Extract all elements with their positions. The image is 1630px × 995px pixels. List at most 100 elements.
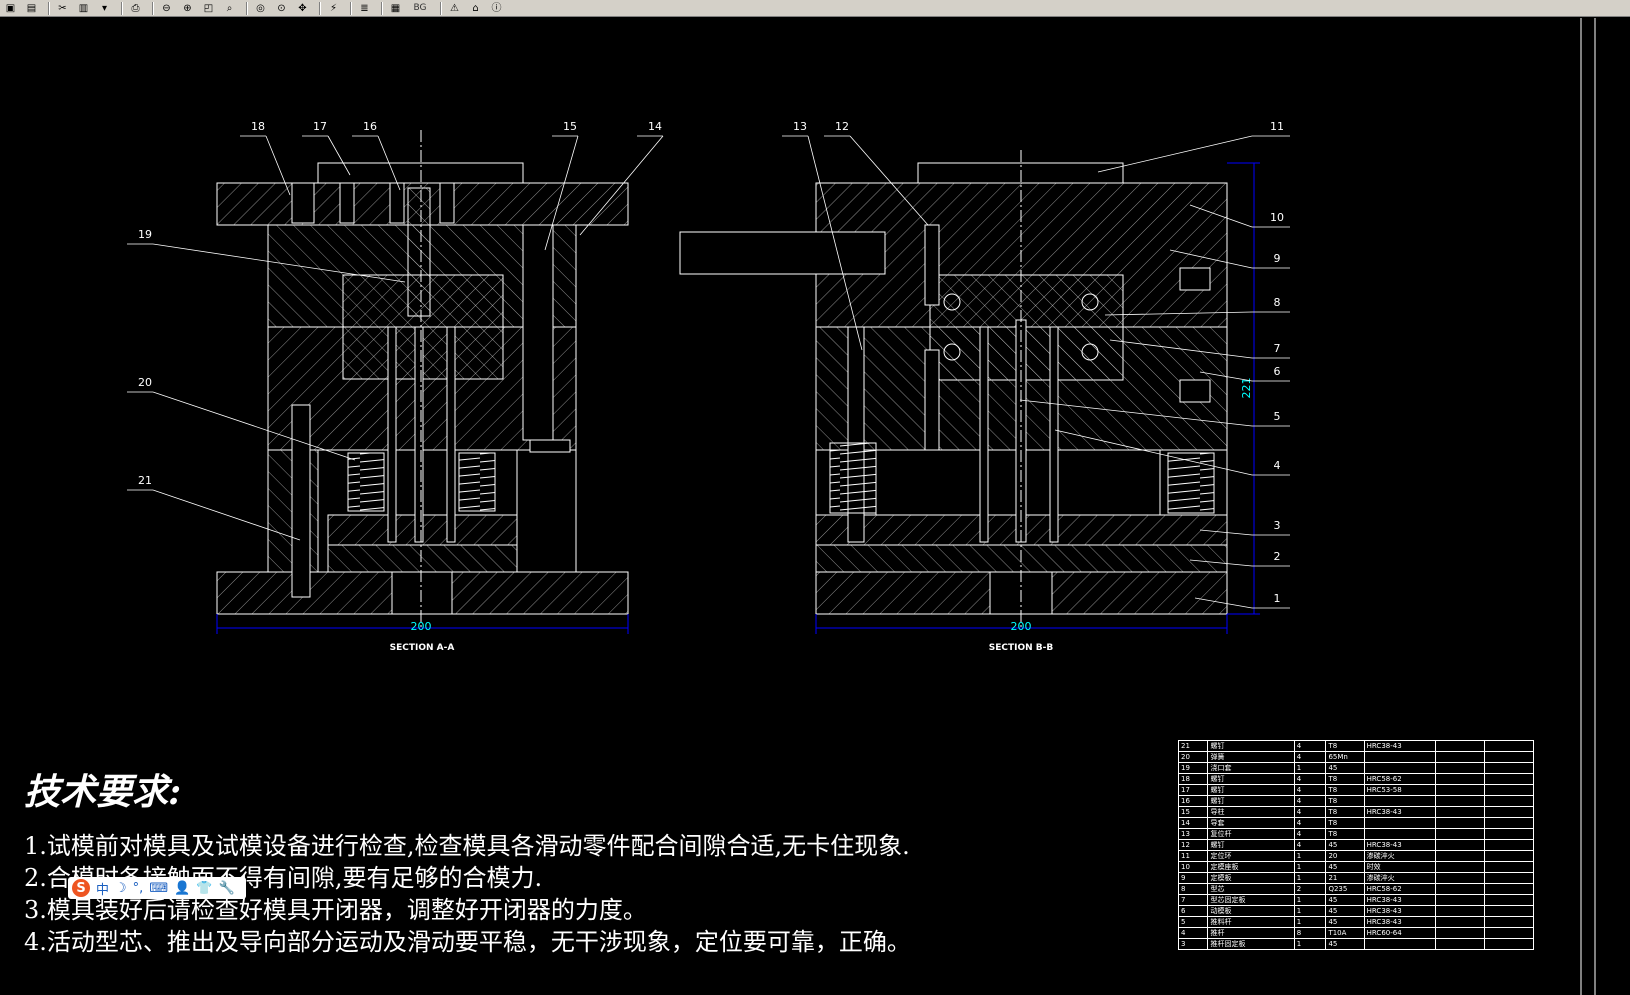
bom-cell	[1434, 806, 1485, 818]
bom-cell	[1483, 784, 1535, 796]
bom-cell: 4	[1293, 817, 1327, 829]
bom-cell	[1434, 817, 1485, 829]
user-icon[interactable]: 👤	[174, 881, 190, 896]
zoom-out-icon[interactable]: ⊖	[158, 1, 175, 16]
bom-cell: 6	[1177, 905, 1209, 917]
bom-cell	[1483, 850, 1535, 862]
bom-cell: 9	[1177, 872, 1209, 884]
zoom-previous-icon[interactable]: ◎	[252, 1, 269, 16]
bom-cell	[1483, 762, 1535, 774]
paste-icon[interactable]: ▥	[75, 1, 92, 16]
bom-cell	[1434, 905, 1485, 917]
bom-cell: HRC58-62	[1363, 883, 1436, 895]
toolbar-separator	[48, 1, 50, 15]
cut-icon[interactable]: ✂	[54, 1, 71, 16]
bom-cell: 型芯	[1207, 883, 1295, 895]
zoom-extents-icon[interactable]: ⊙	[273, 1, 290, 16]
dropdown-icon[interactable]: ▾	[96, 1, 113, 16]
bom-cell: T8	[1325, 784, 1365, 796]
bom-cell	[1483, 883, 1535, 895]
section-a-a-view	[216, 130, 629, 634]
bom-cell	[1483, 817, 1535, 829]
zoom-realtime-icon[interactable]: ⌕	[221, 1, 238, 16]
home-icon[interactable]: ⌂	[467, 1, 484, 16]
bom-cell	[1434, 872, 1485, 884]
ime-toolbar[interactable]: S 中 ☽ °, ⌨ 👤 👕 🔧	[68, 877, 246, 899]
tech-item: 1.试模前对模具及试模设备进行检查,检查模具各滑动零件配合间隙合适,无卡住现象.	[24, 832, 910, 860]
bom-cell	[1483, 905, 1535, 917]
bom-cell: Q235	[1325, 883, 1365, 895]
bom-row: 18 螺钉 4 T8 HRC58-62	[1177, 773, 1535, 785]
bom-row: 8 型芯 2 Q235 HRC58-62	[1177, 883, 1535, 895]
bom-row: 15 导柱 4 T8 HRC38-43	[1177, 806, 1535, 818]
bom-cell	[1483, 828, 1535, 840]
bom-cell	[1483, 938, 1535, 950]
bom-cell: 17	[1177, 784, 1209, 796]
sogou-logo-icon[interactable]: S	[72, 879, 90, 897]
bom-cell: 1	[1293, 894, 1327, 906]
bom-cell: 7	[1177, 894, 1209, 906]
balloon-number: 4	[1274, 459, 1281, 472]
bom-cell: T8	[1325, 740, 1365, 752]
print-icon[interactable]: ⎙	[127, 1, 144, 16]
toolbar-separator	[152, 1, 154, 15]
warning-icon[interactable]: ⚠	[446, 1, 463, 16]
bom-cell: 4	[1177, 927, 1209, 939]
punctuation-icon[interactable]: °,	[133, 881, 144, 896]
regen-icon[interactable]: ⚡	[325, 1, 342, 16]
bom-cell: 1	[1293, 916, 1327, 928]
tools-icon[interactable]: 🔧	[218, 881, 234, 896]
balloon-number: 7	[1274, 342, 1281, 355]
moon-icon[interactable]: ☽	[115, 881, 127, 896]
balloon-number: 17	[313, 120, 327, 133]
skin-icon[interactable]: 👕	[196, 881, 212, 896]
bom-cell: 20	[1325, 850, 1365, 862]
bom-cell	[1434, 773, 1485, 785]
bom-cell: 4	[1293, 751, 1327, 763]
bom-cell: 14	[1177, 817, 1209, 829]
balloon-number: 2	[1274, 550, 1281, 563]
bom-cell: 45	[1325, 905, 1365, 917]
layers-icon[interactable]: ≣	[356, 1, 373, 16]
ime-chinese-mode[interactable]: 中	[96, 879, 109, 898]
bom-cell: 19	[1177, 762, 1209, 774]
zoom-window-icon[interactable]: ◰	[200, 1, 217, 16]
pan-icon[interactable]: ✥	[294, 1, 311, 16]
bom-cell	[1483, 916, 1535, 928]
bom-cell: HRC53-58	[1363, 784, 1436, 796]
bom-cell	[1434, 938, 1485, 950]
bom-cell	[1363, 828, 1436, 840]
bom-cell: HRC60-64	[1363, 927, 1436, 939]
bom-row: 6 动模板 1 45 HRC38-43	[1177, 905, 1535, 917]
info-icon[interactable]: ⓘ	[488, 1, 505, 16]
technical-requirements: 技术要求: 1.试模前对模具及试模设备进行检查,检查模具各滑动零件配合间隙合适,…	[24, 770, 911, 958]
section-a-label: SECTION A-A	[390, 643, 455, 653]
zoom-in-icon[interactable]: ⊕	[179, 1, 196, 16]
bom-cell: HRC38-43	[1363, 806, 1436, 818]
bom-cell: 导套	[1207, 817, 1295, 829]
bom-cell	[1434, 927, 1485, 939]
save-as-icon[interactable]: ▤	[23, 1, 40, 16]
balloon-number: 9	[1274, 252, 1281, 265]
balloon-number: 12	[835, 120, 849, 133]
bom-cell: 65Mn	[1325, 751, 1365, 763]
bom-cell: 16	[1177, 795, 1209, 807]
bom-cell: 1	[1293, 762, 1327, 774]
bom-cell: T8	[1325, 828, 1365, 840]
bom-cell: T8	[1325, 773, 1365, 785]
bom-cell: 45	[1325, 762, 1365, 774]
layout-icon[interactable]: ▦	[387, 1, 404, 16]
bom-cell	[1363, 817, 1436, 829]
bom-cell	[1434, 839, 1485, 851]
bom-cell: 浇口套	[1207, 762, 1295, 774]
bom-cell: 5	[1177, 916, 1209, 928]
balloon-number: 10	[1270, 211, 1284, 224]
bom-cell: 1	[1293, 850, 1327, 862]
bg-button[interactable]: BG	[408, 1, 432, 16]
bom-cell: 螺钉	[1207, 839, 1295, 851]
bom-cell: 推杆固定板	[1207, 938, 1295, 950]
keyboard-icon[interactable]: ⌨	[149, 881, 168, 896]
bom-cell	[1483, 773, 1535, 785]
bom-cell: HRC38-43	[1363, 740, 1436, 752]
save-icon[interactable]: ▣	[2, 1, 19, 16]
